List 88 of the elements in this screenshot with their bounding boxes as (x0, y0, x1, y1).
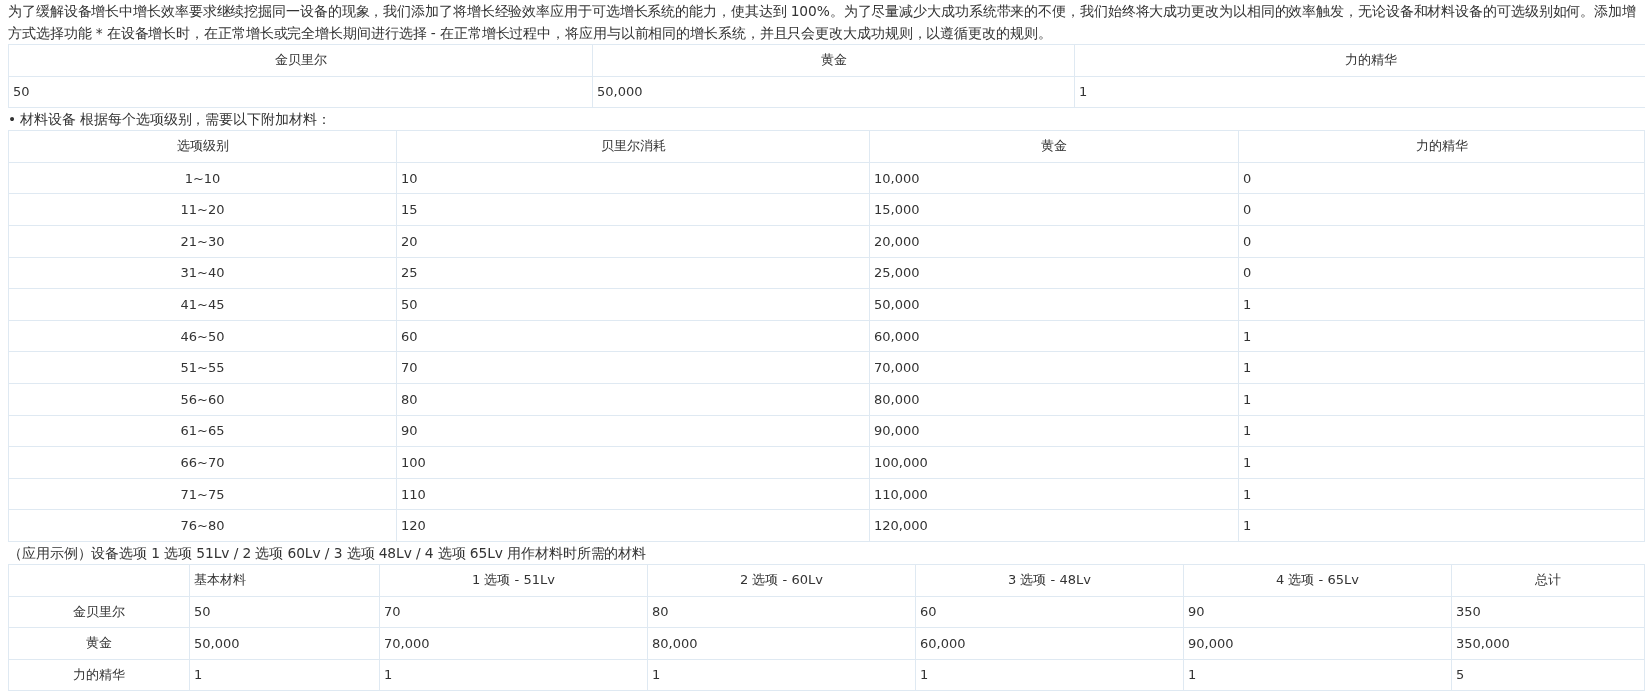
table-cell: 1 (1183, 659, 1452, 691)
table-cell: 1 (1238, 351, 1645, 384)
table-cell: 90 (396, 415, 870, 447)
table-cell: 120 (396, 509, 870, 542)
column-header: 4 选项 - 65Lv (1183, 564, 1452, 596)
table-cell: 0 (1238, 257, 1645, 289)
table-cell: 1 (1238, 288, 1645, 321)
column-header: 基本材料 (189, 564, 380, 596)
table-cell: 1~10 (8, 162, 397, 194)
column-header: 3 选项 - 48Lv (915, 564, 1184, 596)
table-cell: 1 (1238, 383, 1645, 416)
table-cell: 80,000 (647, 627, 916, 660)
table-cell: 50,000 (592, 76, 1075, 108)
table-cell: 1 (915, 659, 1184, 691)
table-cell: 100 (396, 446, 870, 479)
table-cell: 56~60 (8, 383, 397, 416)
table-cell: 80 (396, 383, 870, 416)
table-cell: 76~80 (8, 509, 397, 542)
table-cell: 90 (1183, 596, 1452, 628)
table-cell: 110,000 (869, 478, 1239, 510)
table-cell: 1 (189, 659, 380, 691)
table-cell: 350 (1451, 596, 1645, 628)
table-cell: 50,000 (869, 288, 1239, 321)
table-cell: 31~40 (8, 257, 397, 289)
paragraph-line: 为了缓解设备增长中增长效率要求继续挖掘同一设备的现象，我们添加了将增长经验效率应用于可选增长系统的能力，使其达到 100%。为了尽量减少大成功系统带来的不便，我们始终将大成功更改为以相同的效率触发，无论设备和材料设备的可选级别如何。添加增 (8, 2, 1637, 21)
table-cell: 70,000 (379, 627, 648, 660)
table-cell: 80 (647, 596, 916, 628)
table-cell: 1 (1238, 446, 1645, 479)
column-header: 力的精华 (1238, 130, 1645, 163)
table-cell: 15,000 (869, 193, 1239, 226)
table-cell: 60,000 (869, 320, 1239, 352)
table-cell: 350,000 (1451, 627, 1645, 660)
table-cell: 100,000 (869, 446, 1239, 479)
table-cell: 50 (396, 288, 870, 321)
table-cell: 11~20 (8, 193, 397, 226)
row-header: 黄金 (8, 627, 190, 660)
table-cell: 1 (379, 659, 648, 691)
column-header: 选项级别 (8, 130, 397, 163)
table-cell: 51~55 (8, 351, 397, 384)
paragraph-line: 方式选择功能 * 在设备增长时，在正常增长或完全增长期间进行选择 - 在正常增长过程中，将应用与以前相同的增长系统，并且只会更改大成功规则，以遵循更改的规则。 (8, 24, 1053, 43)
table-cell: 60,000 (915, 627, 1184, 660)
table-cell: 0 (1238, 225, 1645, 258)
table-cell: 25,000 (869, 257, 1239, 289)
table-cell: 1 (1238, 509, 1645, 542)
table-cell: 10 (396, 162, 870, 194)
section-note: • 材料设备 根据每个选项级别，需要以下附加材料： (8, 110, 332, 130)
table-cell: 1 (1238, 415, 1645, 447)
table-cell: 15 (396, 193, 870, 226)
table-cell: 0 (1238, 162, 1645, 194)
table-cell: 61~65 (8, 415, 397, 447)
table-cell: 50 (189, 596, 380, 628)
column-header: 黄金 (869, 130, 1239, 163)
table-cell: 60 (396, 320, 870, 352)
table-cell: 5 (1451, 659, 1645, 691)
column-header: 力的精华 (1074, 44, 1645, 77)
table-cell: 21~30 (8, 225, 397, 258)
table-cell: 46~50 (8, 320, 397, 352)
table-cell: 20 (396, 225, 870, 258)
column-header: 黄金 (592, 44, 1075, 77)
table-cell: 71~75 (8, 478, 397, 510)
table-cell: 90,000 (1183, 627, 1452, 660)
table-cell: 66~70 (8, 446, 397, 479)
table-cell: 120,000 (869, 509, 1239, 542)
example-caption: （应用示例）设备选项 1 选项 51Lv / 2 选项 60Lv / 3 选项 48Lv / 4 选项 65Lv 用作材料时所需的材料 (8, 543, 648, 563)
table-cell: 60 (915, 596, 1184, 628)
table-cell: 20,000 (869, 225, 1239, 258)
table-cell: 70,000 (869, 351, 1239, 384)
table-cell: 41~45 (8, 288, 397, 321)
column-header: 总计 (1451, 564, 1645, 596)
table-cell: 25 (396, 257, 870, 289)
column-header: 1 选项 - 51Lv (379, 564, 648, 596)
table-cell: 50,000 (189, 627, 380, 660)
table-cell: 0 (1238, 193, 1645, 226)
column-header: 贝里尔消耗 (396, 130, 870, 163)
table-cell: 1 (1238, 478, 1645, 510)
table-cell: 1 (1238, 320, 1645, 352)
table-cell: 10,000 (869, 162, 1239, 194)
table-cell: 90,000 (869, 415, 1239, 447)
table-cell: 80,000 (869, 383, 1239, 416)
column-header: 2 选项 - 60Lv (647, 564, 916, 596)
row-header: 金贝里尔 (8, 596, 190, 628)
table-cell: 70 (396, 351, 870, 384)
table-cell: 110 (396, 478, 870, 510)
table-cell: 70 (379, 596, 648, 628)
table-cell: 50 (8, 76, 593, 108)
row-header: 力的精华 (8, 659, 190, 691)
table-cell: 1 (647, 659, 916, 691)
column-header: 金贝里尔 (8, 44, 593, 77)
